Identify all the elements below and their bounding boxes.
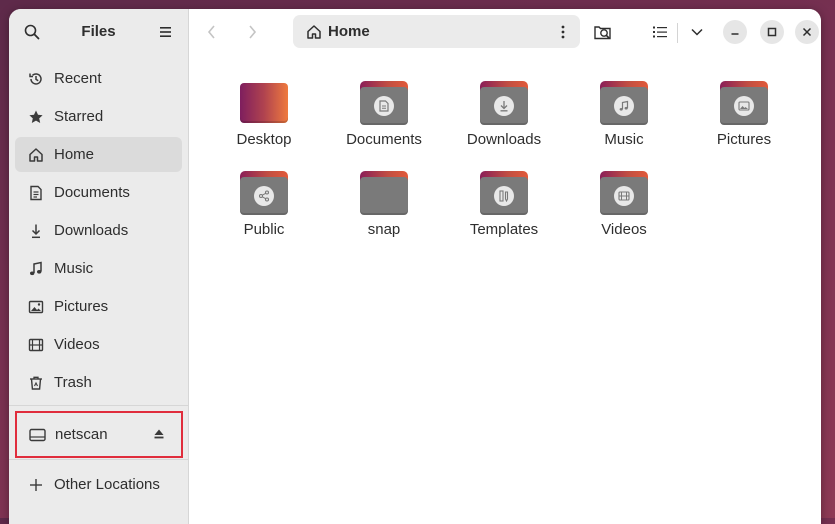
plus-icon <box>28 477 44 493</box>
picture-icon <box>28 299 44 315</box>
folder-icon <box>360 81 408 125</box>
music-note-icon <box>614 96 634 116</box>
close-icon <box>802 27 812 37</box>
folder-name: Music <box>604 131 644 148</box>
folder-icon <box>600 171 648 215</box>
eject-icon <box>154 429 164 439</box>
film-icon <box>28 337 44 353</box>
sidebar-item-videos[interactable]: Videos <box>15 327 182 362</box>
sidebar-item-label: Home <box>54 146 95 163</box>
files-window: Files Recent Starred Home Documents Down… <box>9 9 821 524</box>
sidebar-item-label: Documents <box>54 184 130 201</box>
search-files-button[interactable] <box>589 18 617 46</box>
folder-icon <box>240 81 288 125</box>
sidebar-item-label: netscan <box>55 426 108 443</box>
sidebar-item-downloads[interactable]: Downloads <box>15 213 182 248</box>
main-view: Home Desktop Documents Downloads Music P… <box>189 9 821 524</box>
search-folder-icon <box>594 26 611 40</box>
folder-item-snap[interactable]: snap <box>334 171 434 238</box>
sidebar-separator <box>9 459 188 460</box>
forward-button[interactable] <box>245 23 259 41</box>
sidebar-item-recent[interactable]: Recent <box>15 61 182 96</box>
main-menu-button[interactable] <box>152 18 180 46</box>
drive-icon <box>29 427 46 443</box>
folder-item-downloads[interactable]: Downloads <box>454 81 554 148</box>
sidebar-item-label: Other Locations <box>54 476 160 493</box>
eject-button[interactable] <box>153 427 165 444</box>
path-bar[interactable]: Home <box>293 15 580 48</box>
folder-name: Videos <box>601 221 647 238</box>
folder-icon <box>360 171 408 215</box>
document-icon <box>374 96 394 116</box>
folder-item-documents[interactable]: Documents <box>334 81 434 148</box>
folder-name: Desktop <box>236 131 292 148</box>
sidebar-item-label: Pictures <box>54 298 109 315</box>
folder-name: Public <box>243 221 285 238</box>
path-bar-label: Home <box>328 23 370 40</box>
download-icon <box>494 96 514 116</box>
folder-name: snap <box>367 221 401 238</box>
folder-item-pictures[interactable]: Pictures <box>694 81 794 148</box>
folder-item-public[interactable]: Public <box>214 171 314 238</box>
vertical-dots-icon <box>561 25 565 39</box>
toolbar-separator <box>677 23 678 43</box>
folder-icon <box>480 171 528 215</box>
sidebar-item-label: Music <box>54 260 94 277</box>
sidebar-item-starred[interactable]: Starred <box>15 99 182 134</box>
sidebar-item-label: Starred <box>54 108 104 125</box>
sidebar-item-documents[interactable]: Documents <box>15 175 182 210</box>
folder-name: Downloads <box>466 131 542 148</box>
share-icon <box>254 186 274 206</box>
folder-item-templates[interactable]: Templates <box>454 171 554 238</box>
home-icon <box>306 24 322 40</box>
minimize-icon <box>731 33 739 35</box>
sidebar-item-netscan[interactable]: netscan <box>15 411 183 458</box>
clock-icon <box>28 71 44 87</box>
folder-item-videos[interactable]: Videos <box>574 171 674 238</box>
folder-name: Documents <box>346 131 422 148</box>
sidebar-separator <box>9 405 188 406</box>
sidebar-item-label: Downloads <box>54 222 129 239</box>
folder-icon <box>720 81 768 125</box>
folder-item-music[interactable]: Music <box>574 81 674 148</box>
folder-name: Pictures <box>716 131 772 148</box>
film-icon <box>614 186 634 206</box>
close-button[interactable] <box>795 20 819 44</box>
sidebar-item-label: Trash <box>54 374 92 391</box>
chevron-left-icon <box>207 25 215 39</box>
list-view-button[interactable] <box>646 18 674 46</box>
trash-icon <box>28 375 44 391</box>
picture-icon <box>734 96 754 116</box>
music-note-icon <box>28 261 44 277</box>
folder-name: Templates <box>469 221 539 238</box>
home-icon <box>28 147 44 163</box>
sidebar-item-pictures[interactable]: Pictures <box>15 289 182 324</box>
folder-icon <box>480 81 528 125</box>
sidebar-item-trash[interactable]: Trash <box>15 365 182 400</box>
list-view-icon <box>653 26 667 38</box>
sidebar-item-label: Recent <box>54 70 102 87</box>
chevron-right-icon <box>249 25 257 39</box>
hamburger-menu-icon <box>160 27 171 37</box>
folder-icon <box>240 171 288 215</box>
minimize-button[interactable] <box>723 20 747 44</box>
template-icon <box>494 186 514 206</box>
sidebar-item-other-locations[interactable]: Other Locations <box>15 467 182 502</box>
sidebar-header: Files <box>9 9 188 55</box>
back-button[interactable] <box>205 23 219 41</box>
chevron-down-icon <box>691 28 703 36</box>
view-options-button[interactable] <box>683 18 711 46</box>
sidebar-item-label: Videos <box>54 336 100 353</box>
sidebar-item-home[interactable]: Home <box>15 137 182 172</box>
maximize-button[interactable] <box>760 20 784 44</box>
path-menu-button[interactable] <box>556 24 570 40</box>
star-icon <box>28 109 44 125</box>
sidebar: Files Recent Starred Home Documents Down… <box>9 9 189 524</box>
folder-icon <box>600 81 648 125</box>
document-icon <box>28 185 44 201</box>
folder-item-desktop[interactable]: Desktop <box>214 81 314 148</box>
sidebar-item-music[interactable]: Music <box>15 251 182 286</box>
download-icon <box>28 223 44 239</box>
maximize-icon <box>767 27 777 37</box>
